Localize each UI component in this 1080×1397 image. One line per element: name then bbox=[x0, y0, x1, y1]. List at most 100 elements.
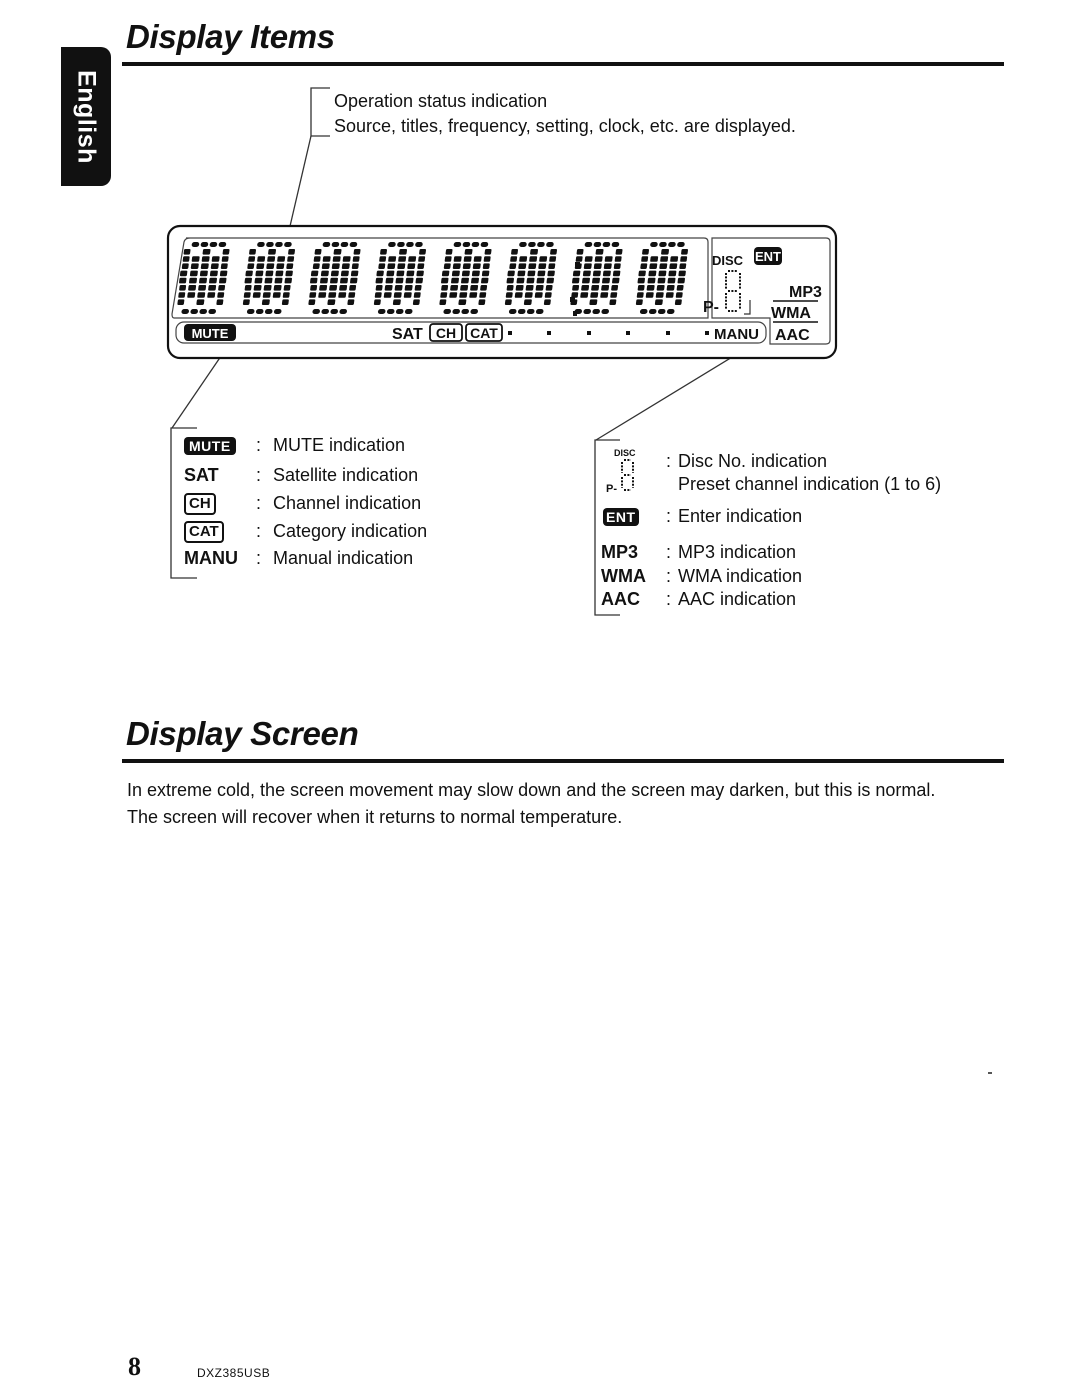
lcd-segment bbox=[248, 256, 256, 262]
lcd-segment bbox=[352, 256, 360, 262]
lcd-segment bbox=[376, 270, 384, 277]
lcd-segment bbox=[478, 299, 486, 306]
lcd-segment bbox=[538, 263, 547, 269]
lcd-segment bbox=[549, 256, 557, 262]
lcd-segment bbox=[441, 277, 449, 284]
sat-symbol: SAT bbox=[184, 464, 219, 485]
lcd-segment bbox=[678, 270, 686, 277]
lcd-manu-label: MANU bbox=[714, 326, 759, 343]
lcd-segment bbox=[393, 292, 402, 298]
ch-symbol: CH bbox=[184, 492, 216, 515]
lcd-colon-dot bbox=[570, 297, 575, 302]
lcd-segment bbox=[394, 285, 403, 291]
lcd-segment bbox=[615, 249, 623, 255]
lcd-segment bbox=[463, 256, 472, 262]
lcd-segment bbox=[511, 249, 519, 255]
lcd-mute-label: MUTE bbox=[192, 326, 229, 341]
lcd-segment bbox=[282, 292, 290, 298]
lcd-segment bbox=[383, 292, 392, 298]
lcd-segment bbox=[600, 292, 609, 298]
lcd-segment bbox=[459, 292, 468, 298]
lcd-segment bbox=[396, 270, 405, 277]
legend-description: MUTE indication bbox=[273, 434, 406, 455]
lcd-segment bbox=[187, 292, 196, 298]
lcd-segment bbox=[582, 277, 590, 284]
lcd-segment bbox=[649, 263, 658, 269]
lcd-segment bbox=[546, 277, 554, 284]
lcd-segment bbox=[395, 277, 404, 284]
lcd-segment bbox=[472, 263, 481, 269]
lcd-segment bbox=[453, 256, 462, 262]
lcd-segment bbox=[613, 263, 621, 269]
mp3-symbol: MP3 bbox=[601, 541, 639, 562]
lcd-segment bbox=[210, 263, 219, 269]
lcd-segment bbox=[331, 263, 340, 269]
lcd-segment bbox=[384, 285, 393, 291]
lcd-decimal-dot bbox=[573, 311, 577, 316]
lcd-segment bbox=[439, 299, 447, 306]
lcd-segment bbox=[332, 256, 341, 262]
lcd-segment bbox=[265, 270, 274, 277]
lcd-segment bbox=[199, 277, 207, 284]
legend-colon: : bbox=[666, 450, 672, 471]
lcd-segment bbox=[182, 256, 190, 262]
lcd-segment bbox=[515, 285, 524, 291]
lcd-segment bbox=[661, 249, 670, 255]
legend-description: Channel indication bbox=[273, 492, 422, 513]
lcd-segment bbox=[218, 285, 226, 291]
lcd-segment bbox=[350, 277, 358, 284]
legend-description: MP3 indication bbox=[678, 541, 797, 562]
lcd-segment bbox=[602, 277, 610, 284]
lcd-segment bbox=[222, 249, 230, 255]
lcd-segment bbox=[450, 285, 459, 291]
lcd-segment bbox=[209, 270, 218, 277]
lcd-segment bbox=[461, 277, 469, 284]
lcd-segment bbox=[177, 299, 185, 306]
lcd-segment bbox=[385, 277, 394, 284]
legend-description: Preset channel indication (1 to 6) bbox=[678, 473, 942, 494]
lcd-disc-label: DISC bbox=[712, 253, 744, 268]
lcd-segment bbox=[572, 285, 580, 291]
lcd-segment bbox=[657, 277, 666, 284]
lcd-segment bbox=[196, 299, 205, 306]
lcd-segment bbox=[347, 299, 355, 306]
lcd-segment bbox=[407, 263, 416, 269]
lcd-aac-label: AAC bbox=[775, 327, 810, 344]
lcd-segment bbox=[310, 270, 319, 277]
lcd-segment bbox=[604, 256, 613, 262]
lcd-segment bbox=[647, 277, 656, 284]
lcd-mp3-label: MP3 bbox=[789, 284, 822, 301]
lcd-segment bbox=[527, 270, 536, 277]
section-title-display-screen: Display Screen bbox=[126, 715, 359, 752]
lcd-segment bbox=[392, 299, 401, 306]
lcd-segment bbox=[310, 285, 318, 291]
lcd-segment bbox=[614, 256, 622, 262]
lcd-segment bbox=[351, 263, 359, 269]
lcd-segment bbox=[247, 263, 255, 269]
lcd-segment bbox=[528, 263, 537, 269]
lcd-segment bbox=[312, 263, 320, 269]
lcd-segment bbox=[637, 285, 645, 291]
lcd-segment bbox=[645, 292, 654, 298]
lcd-segment bbox=[590, 292, 599, 298]
lcd-segment bbox=[534, 292, 543, 298]
lcd-segment bbox=[575, 256, 583, 262]
lcd-segment bbox=[285, 270, 293, 277]
lcd-segment bbox=[675, 292, 683, 298]
lcd-segment bbox=[405, 277, 414, 284]
lcd-segment bbox=[519, 256, 528, 262]
lcd-segment bbox=[611, 285, 619, 291]
lcd-segment bbox=[273, 285, 282, 291]
lcd-segment bbox=[443, 263, 451, 269]
display-screen-paragraph-line1: In extreme cold, the screen movement may… bbox=[127, 780, 936, 800]
lcd-segment bbox=[349, 285, 357, 291]
lcd-segment bbox=[480, 285, 488, 291]
lcd-segment bbox=[199, 270, 208, 277]
lcd-segment bbox=[217, 292, 225, 298]
lcd-segment bbox=[676, 285, 684, 291]
lcd-segment bbox=[264, 277, 273, 284]
lcd-segment bbox=[659, 263, 668, 269]
lcd-segment bbox=[386, 270, 395, 277]
lcd-segment bbox=[548, 263, 556, 269]
lcd-segment bbox=[576, 249, 584, 255]
